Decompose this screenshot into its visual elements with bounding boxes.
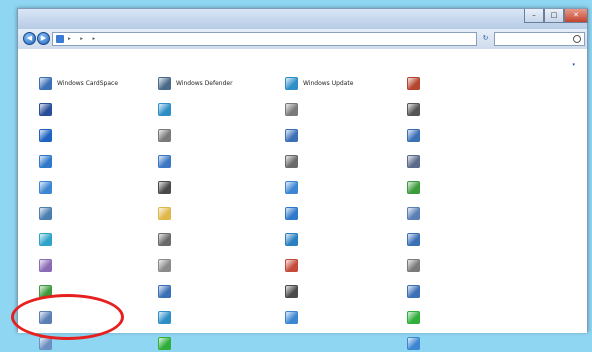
date-time-icon (407, 285, 420, 298)
sync-center-icon (158, 337, 171, 350)
backup-restore-icon (407, 181, 420, 194)
homegroup-icon (39, 233, 52, 246)
notification-area-icon (285, 285, 298, 298)
minimize-button[interactable]: – (524, 9, 544, 23)
folder-options-icon (158, 207, 171, 220)
phone-modem-icon (158, 259, 171, 272)
devices-printers-icon (407, 155, 420, 168)
region-language-icon (158, 311, 171, 324)
back-button[interactable]: ◀ (23, 32, 36, 45)
keyboard-icon (158, 181, 171, 194)
credential-manager-icon (158, 285, 171, 298)
close-button[interactable]: ✕ (564, 9, 588, 23)
control-panel-window: – □ ✕ ◀ ▶ ▸ ▸ ▸ ↻ ▾ Windows CardSpace Wi… (17, 8, 588, 350)
forward-button[interactable]: ▶ (37, 32, 50, 45)
color-management-icon (285, 259, 298, 272)
control-panel-item-label: Windows CardSpace (57, 80, 119, 87)
windows-update-icon (285, 77, 298, 90)
default-programs-icon (39, 285, 52, 298)
taskbar-start-icon (407, 129, 420, 142)
desktop-gadgets-icon (158, 155, 171, 168)
ease-of-access-icon (39, 129, 52, 142)
network-sharing-icon (285, 181, 298, 194)
fonts-icon (285, 207, 298, 220)
troubleshooting-icon (39, 181, 52, 194)
parental-controls-icon (407, 337, 420, 350)
cardspace-icon (39, 77, 52, 90)
search-icon[interactable] (573, 35, 581, 43)
view-by-control[interactable]: ▾ (567, 62, 575, 68)
action-center-flag-icon (39, 103, 52, 116)
title-bar: – □ ✕ (18, 9, 588, 29)
mail-icon (285, 233, 298, 246)
power-options-icon (407, 311, 420, 324)
control-panel-item-label: Windows Defender (176, 80, 233, 87)
defender-icon (158, 77, 171, 90)
mouse-icon (158, 233, 171, 246)
breadcrumb-separator: ▸ (80, 36, 84, 42)
breadcrumb-separator: ▸ (68, 36, 71, 42)
maximize-icon: □ (550, 11, 558, 19)
getting-started-icon (285, 311, 298, 324)
search-input[interactable] (494, 32, 585, 46)
sound-region-icon (39, 337, 52, 350)
device-manager-icon (285, 155, 298, 168)
internet-options-icon (158, 103, 171, 116)
control-panel-icon (56, 35, 64, 43)
chevron-down-icon[interactable]: ▾ (572, 62, 575, 68)
indexing-options-icon (285, 103, 298, 116)
admin-tools-icon (407, 259, 420, 272)
system-icon (285, 129, 298, 142)
sound-icon (158, 129, 171, 142)
maximize-button[interactable]: □ (544, 9, 564, 23)
refresh-button[interactable]: ↻ (480, 33, 491, 44)
location-sensor-icon (39, 259, 52, 272)
performance-icon (39, 207, 52, 220)
user-icon (39, 311, 52, 324)
navigation-bar: ◀ ▶ ▸ ▸ ▸ ↻ (18, 29, 587, 49)
address-bar[interactable]: ▸ ▸ ▸ (52, 32, 477, 46)
user-accounts-icon (407, 233, 420, 246)
control-panel-item-label: Windows Update (303, 80, 354, 87)
keyboard-icon (407, 103, 420, 116)
breadcrumb: ▸ ▸ ▸ (67, 35, 102, 44)
minimize-icon: – (532, 11, 536, 19)
breadcrumb-separator: ▸ (92, 36, 96, 42)
control-panel-content: ▾ Windows CardSpace Windows Defender Windo… (18, 49, 587, 350)
close-icon: ✕ (573, 11, 579, 19)
programs-features-icon (407, 207, 420, 220)
windows-firewall-icon (407, 77, 420, 90)
display-icon (39, 155, 52, 168)
